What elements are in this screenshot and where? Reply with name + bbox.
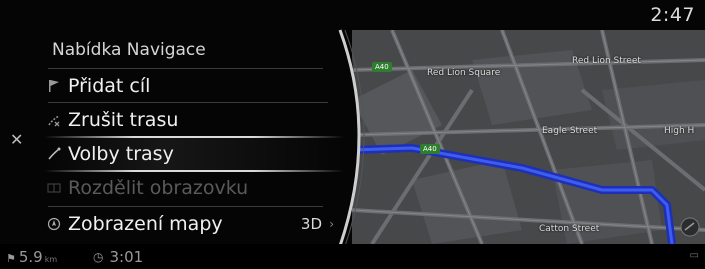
menu-item-map-view[interactable]: Zobrazení mapy 3D › <box>44 208 344 240</box>
menu-item-label: Zobrazení mapy <box>68 213 223 235</box>
menu-item-label: Přidat cíl <box>68 75 151 97</box>
menu-item-label: Rozdělit obrazovku <box>68 177 249 199</box>
menu-item-cancel-route[interactable]: Zrušit trasu <box>44 104 344 136</box>
navigation-menu: Nabídka Navigace Přidat cíl Zrušit trasu… <box>0 0 360 269</box>
clock: 2:47 <box>650 4 695 26</box>
split-screen-icon <box>44 178 64 198</box>
flag-icon: ⚑ <box>6 252 16 265</box>
navigation-screen: Red Lion Square Red Lion Street Eagle St… <box>0 0 705 269</box>
map-view-value: 3D <box>300 215 322 233</box>
menu-title: Nabídka Navigace <box>52 40 206 60</box>
flag-icon <box>44 76 64 96</box>
map-view-icon <box>44 214 64 234</box>
menu-item-route-options[interactable]: Volby trasy <box>44 138 344 170</box>
close-icon[interactable]: ✕ <box>10 130 23 149</box>
divider <box>48 68 323 69</box>
arrival-time: ◷ 3:01 <box>93 248 143 266</box>
chevron-right-icon: › <box>329 217 334 231</box>
divider <box>48 206 323 207</box>
distance-value: 5.9 <box>18 248 43 266</box>
divider <box>48 102 328 103</box>
cancel-route-icon <box>44 110 64 130</box>
menu-item-split-screen: Rozdělit obrazovku <box>44 172 344 204</box>
arrival-time-value: 3:01 <box>109 248 144 266</box>
menu-item-add-destination[interactable]: Přidat cíl <box>44 70 344 102</box>
menu-item-label: Zrušit trasu <box>68 109 179 131</box>
remaining-distance: ⚑ 5.9 km <box>6 248 57 266</box>
distance-unit: km <box>44 255 58 264</box>
message-icon: ▭ <box>689 250 699 261</box>
route-options-icon <box>44 144 64 164</box>
menu-item-label: Volby trasy <box>68 143 174 165</box>
clock-icon: ◷ <box>93 250 104 264</box>
